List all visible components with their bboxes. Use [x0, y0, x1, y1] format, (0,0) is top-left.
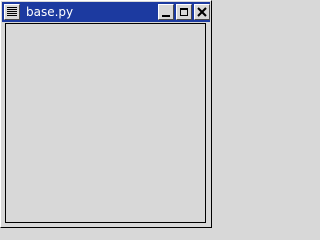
app-window: base.py — [0, 0, 212, 228]
window-content-area — [5, 23, 206, 223]
window-menu-icon — [7, 7, 17, 17]
close-icon — [197, 7, 207, 17]
title-bar[interactable]: base.py — [2, 2, 210, 22]
maximize-button[interactable] — [176, 4, 192, 20]
minimize-icon — [162, 15, 170, 17]
window-menu-button[interactable] — [4, 4, 20, 20]
minimize-button[interactable] — [158, 4, 174, 20]
close-button[interactable] — [194, 4, 210, 20]
maximize-icon — [180, 8, 188, 16]
window-title: base.py — [26, 5, 74, 19]
